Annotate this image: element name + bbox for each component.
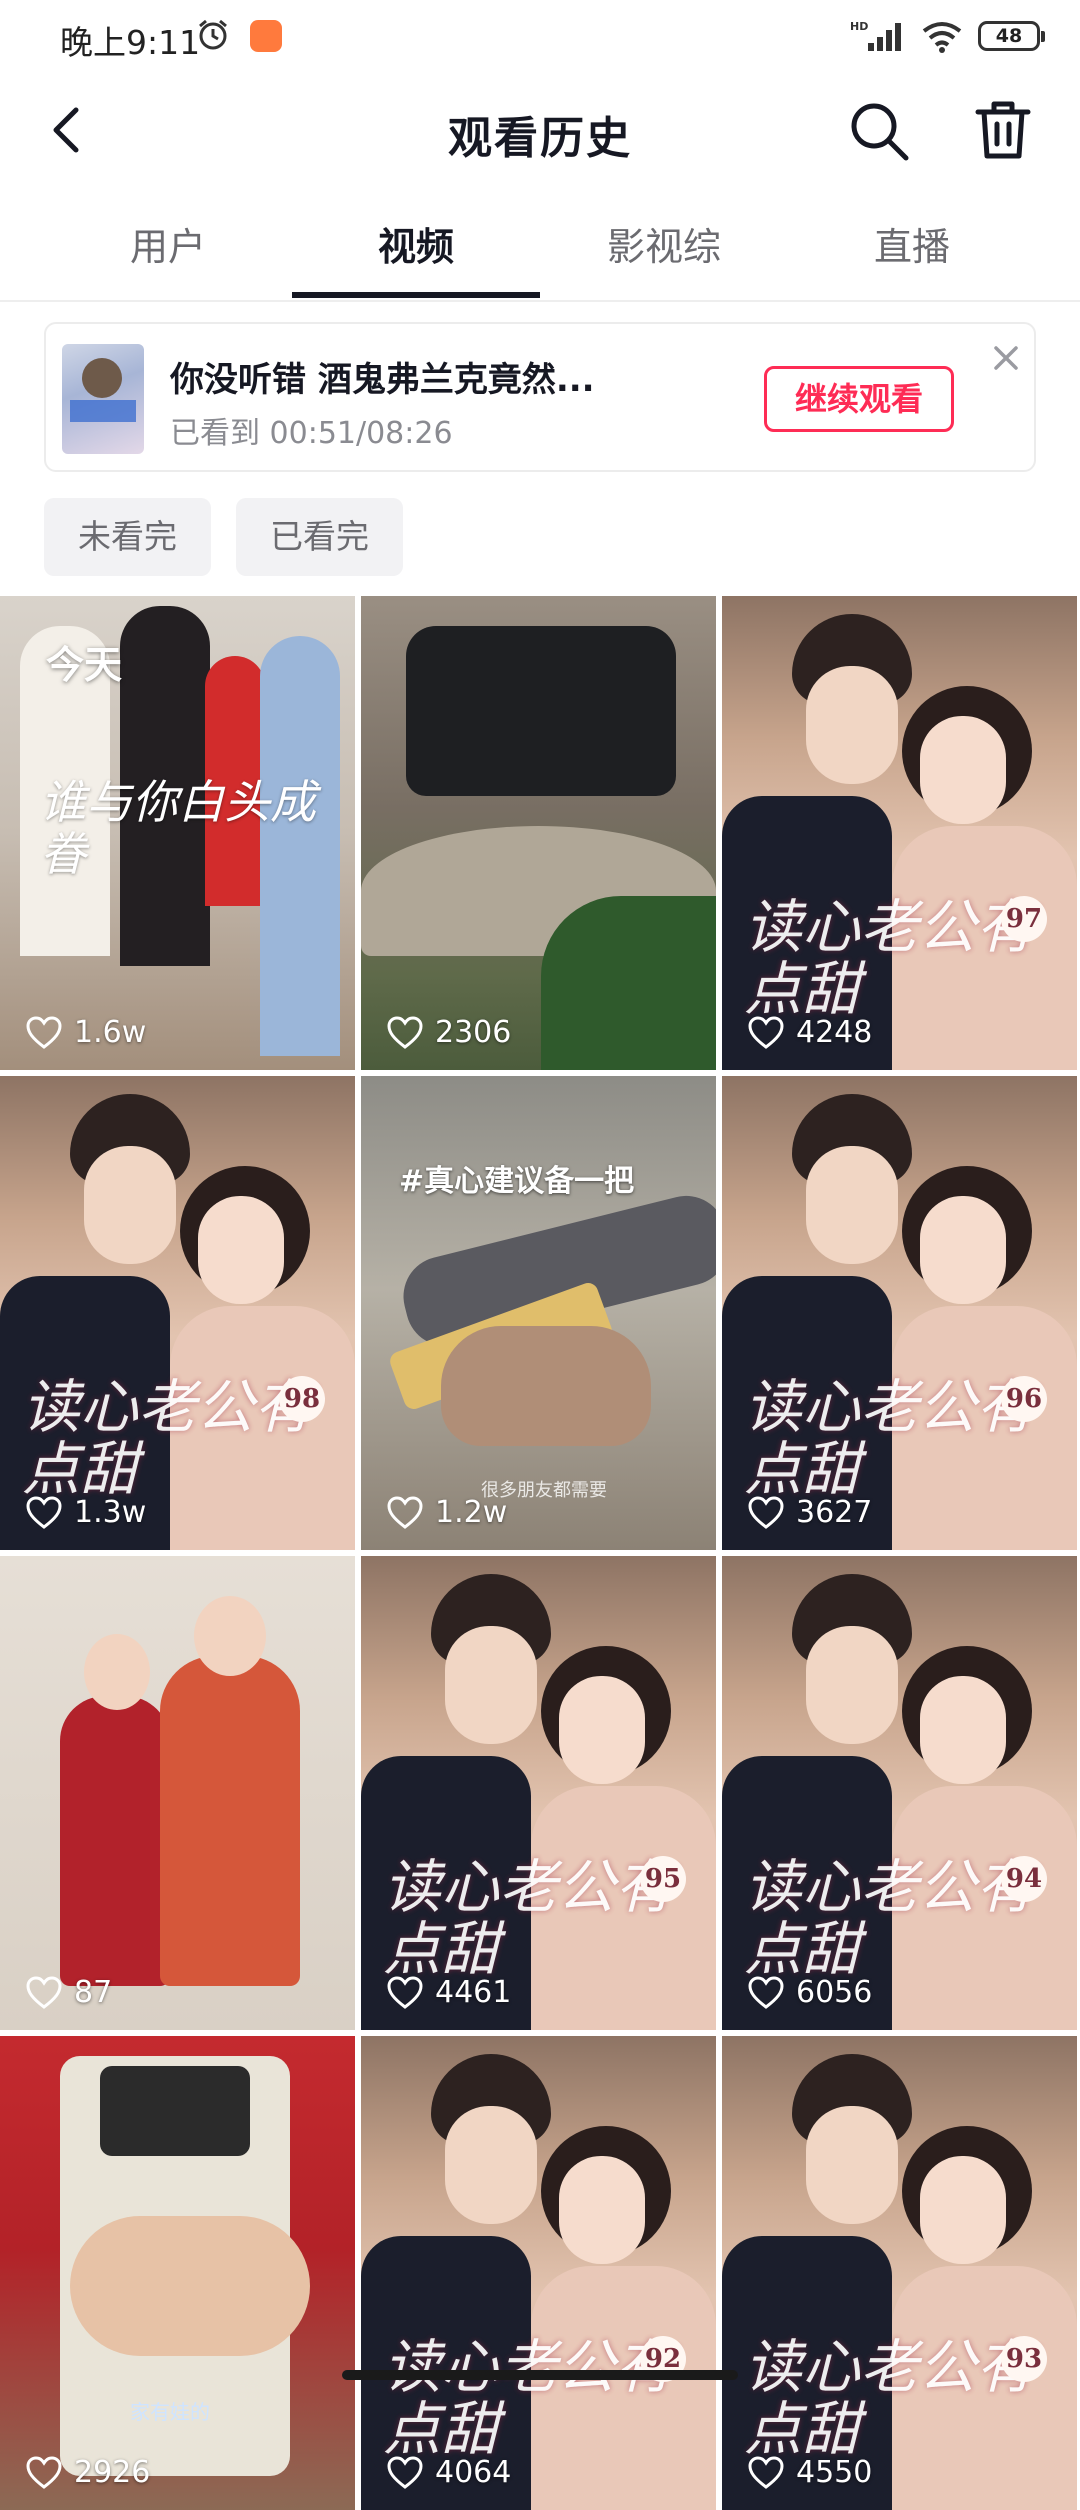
- like-count-value: 1.6w: [74, 1015, 147, 1050]
- heart-icon: [748, 2455, 784, 2489]
- heart-icon: [26, 1015, 62, 1049]
- tab-film-tv[interactable]: 影视综: [540, 216, 788, 271]
- heart-icon: [387, 1015, 423, 1049]
- heart-icon: [748, 1015, 784, 1049]
- svg-text:HD: HD: [850, 20, 868, 33]
- episode-badge: 98: [279, 1376, 325, 1422]
- heart-icon: [26, 2455, 62, 2489]
- page-title: 观看历史: [448, 113, 632, 164]
- like-count: 2926: [26, 2455, 150, 2490]
- home-indicator[interactable]: [342, 2370, 738, 2380]
- app-notification-icon: [250, 20, 282, 52]
- wifi-icon: [922, 22, 962, 53]
- status-bar: 晚上9:11 HD 48: [0, 0, 1080, 76]
- like-count: 2306: [387, 1015, 511, 1050]
- filter-finished[interactable]: 已看完: [236, 498, 403, 576]
- video-card[interactable]: 2306: [361, 596, 716, 1070]
- video-thumbnail: [62, 344, 144, 454]
- video-card[interactable]: 谁与你白头成眷 今天 1.6w: [0, 596, 355, 1070]
- tab-bar: 用户 视频 影视综 直播: [0, 196, 1080, 302]
- like-count: 87: [26, 1975, 112, 2010]
- episode-badge: 97: [1001, 896, 1047, 942]
- video-grid: 谁与你白头成眷 今天 1.6w 2306 读心老公有点甜 97 4248 读心老…: [0, 596, 1080, 2510]
- heart-icon: [387, 1495, 423, 1529]
- nav-bar: 观看历史: [0, 76, 1080, 184]
- heart-icon: [748, 1975, 784, 2009]
- like-count: 1.6w: [26, 1015, 146, 1050]
- trash-icon[interactable]: [970, 96, 1036, 162]
- tab-live[interactable]: 直播: [788, 216, 1036, 271]
- video-card[interactable]: 87: [0, 1556, 355, 2030]
- heart-icon: [387, 2455, 423, 2489]
- video-card[interactable]: 家有娃的 2926: [0, 2036, 355, 2510]
- like-count: 3627: [748, 1495, 872, 1530]
- video-card[interactable]: 读心老公有点甜 98 1.3w: [0, 1076, 355, 1550]
- like-count: 4064: [387, 2455, 511, 2490]
- tab-videos[interactable]: 视频: [292, 216, 540, 271]
- filter-unfinished[interactable]: 未看完: [44, 498, 211, 576]
- heart-icon: [26, 1975, 62, 2009]
- episode-badge: 96: [1001, 1376, 1047, 1422]
- like-count-value: 1.2w: [435, 1495, 508, 1530]
- like-count: 4248: [748, 1015, 872, 1050]
- like-count: 1.2w: [387, 1495, 507, 1530]
- like-count: 4461: [387, 1975, 511, 2010]
- video-caption: 谁与你白头成眷: [40, 775, 316, 881]
- video-card[interactable]: 读心老公有点甜 97 4248: [722, 596, 1077, 1070]
- tab-users[interactable]: 用户: [44, 216, 292, 271]
- video-card[interactable]: #真心建议备一把 很多朋友都需要 1.2w: [361, 1076, 716, 1550]
- heart-icon: [748, 1495, 784, 1529]
- like-count-value: 87: [74, 1975, 113, 2010]
- continue-watching-card[interactable]: 你没听错 酒鬼弗兰克竟然... 已看到 00:51/08:26 继续观看: [44, 322, 1036, 472]
- like-count: 4550: [748, 2455, 872, 2490]
- video-card[interactable]: 读心老公有点甜 95 4461: [361, 1556, 716, 2030]
- like-count-value: 4550: [796, 2455, 873, 2490]
- like-count-value: 6056: [796, 1975, 873, 2010]
- watch-progress: 已看到 00:51/08:26: [170, 416, 453, 451]
- like-count: 6056: [748, 1975, 872, 2010]
- like-count-value: 4461: [435, 1975, 512, 2010]
- video-caption: #真心建议备一把: [399, 1164, 635, 1199]
- video-card[interactable]: 读心老公有点甜 92 4064: [361, 2036, 716, 2510]
- episode-badge: 95: [640, 1856, 686, 1902]
- like-count-value: 4248: [796, 1015, 873, 1050]
- section-date-label: 今天: [46, 643, 123, 687]
- episode-badge: 94: [1001, 1856, 1047, 1902]
- like-count-value: 2926: [74, 2455, 151, 2490]
- close-icon[interactable]: [986, 338, 1026, 378]
- alarm-icon: [199, 19, 227, 50]
- like-count-value: 2306: [435, 1015, 512, 1050]
- video-card[interactable]: 读心老公有点甜 94 6056: [722, 1556, 1077, 2030]
- heart-icon: [26, 1495, 62, 1529]
- signal-icon: HD: [850, 20, 901, 51]
- like-count-value: 3627: [796, 1495, 873, 1530]
- video-card[interactable]: 读心老公有点甜 96 3627: [722, 1076, 1077, 1550]
- battery-icon: 48: [978, 21, 1045, 51]
- status-icons: HD 48: [850, 16, 1045, 56]
- like-count-value: 4064: [435, 2455, 512, 2490]
- continue-watching-button[interactable]: 继续观看: [764, 366, 954, 432]
- video-subtitle: 家有娃的: [130, 2400, 210, 2424]
- heart-icon: [387, 1975, 423, 2009]
- episode-badge: 93: [1001, 2336, 1047, 2382]
- like-count-value: 1.3w: [74, 1495, 147, 1530]
- like-count: 1.3w: [26, 1495, 146, 1530]
- video-card[interactable]: 读心老公有点甜 93 4550: [722, 2036, 1077, 2510]
- video-title: 你没听错 酒鬼弗兰克竟然...: [170, 360, 595, 400]
- active-tab-indicator: [292, 292, 540, 298]
- search-icon[interactable]: [846, 98, 912, 164]
- status-time: 晚上9:11: [60, 23, 201, 62]
